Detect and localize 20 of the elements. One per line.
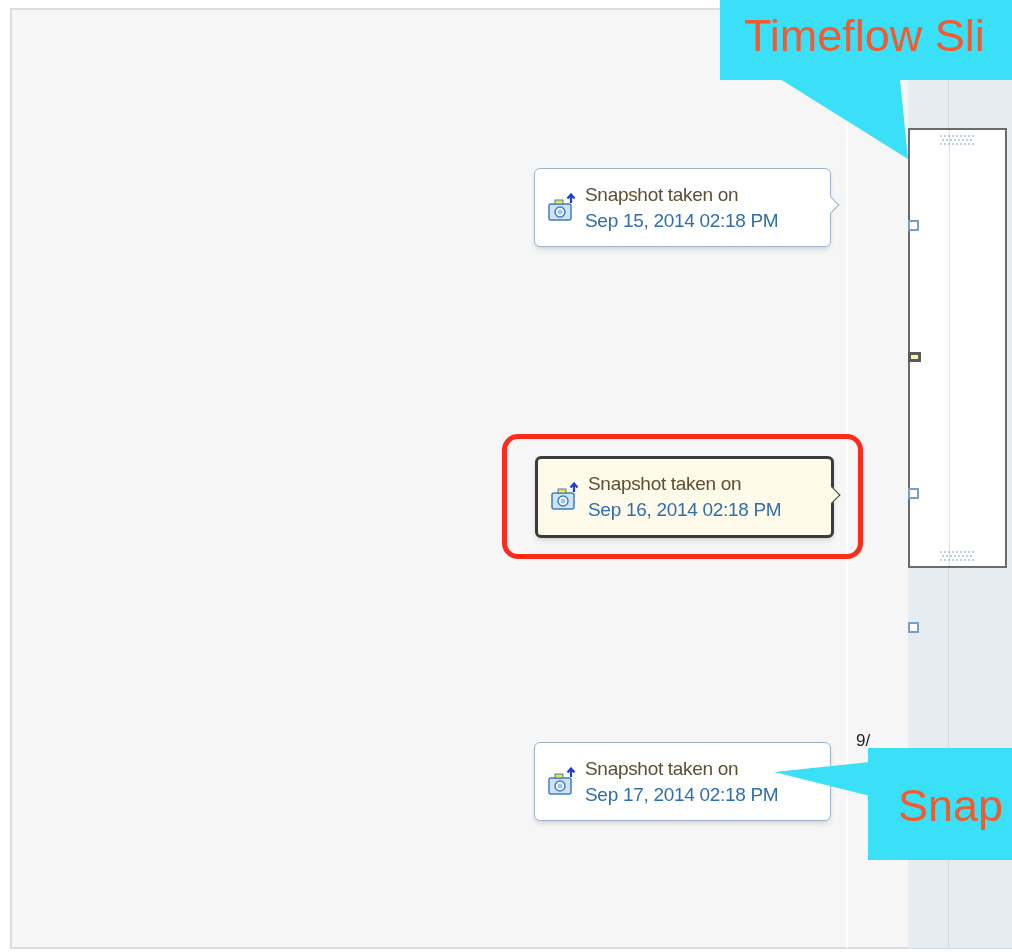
snapshot-title: Snapshot taken on xyxy=(588,472,743,496)
grip-icon[interactable] xyxy=(937,133,977,147)
snapshot-card[interactable]: Snapshot taken on Sep 17, 2014 02:18 PM xyxy=(534,742,831,821)
date-label: 9/ xyxy=(856,730,871,752)
callout-text: Timeflow Sli xyxy=(744,10,985,61)
snapshot-title: Snapshot taken on xyxy=(585,182,740,207)
snapshot-date: Sep 16, 2014 02:18 PM xyxy=(588,498,782,522)
snapshot-date: Sep 17, 2014 02:18 PM xyxy=(585,782,779,807)
snapshot-marker[interactable] xyxy=(908,220,919,231)
snapshot-title: Snapshot taken on xyxy=(585,756,740,781)
camera-icon xyxy=(547,192,577,223)
snapshot-marker[interactable] xyxy=(908,622,919,633)
snapshot-marker[interactable] xyxy=(908,488,919,499)
callout-text: Snap xyxy=(898,780,1004,831)
grip-icon[interactable] xyxy=(937,549,977,563)
camera-icon xyxy=(547,766,577,797)
snapshot-date: Sep 15, 2014 02:18 PM xyxy=(585,208,779,233)
camera-icon xyxy=(550,482,580,512)
slider-window[interactable] xyxy=(908,128,1007,568)
snapshot-marker[interactable] xyxy=(908,352,921,362)
